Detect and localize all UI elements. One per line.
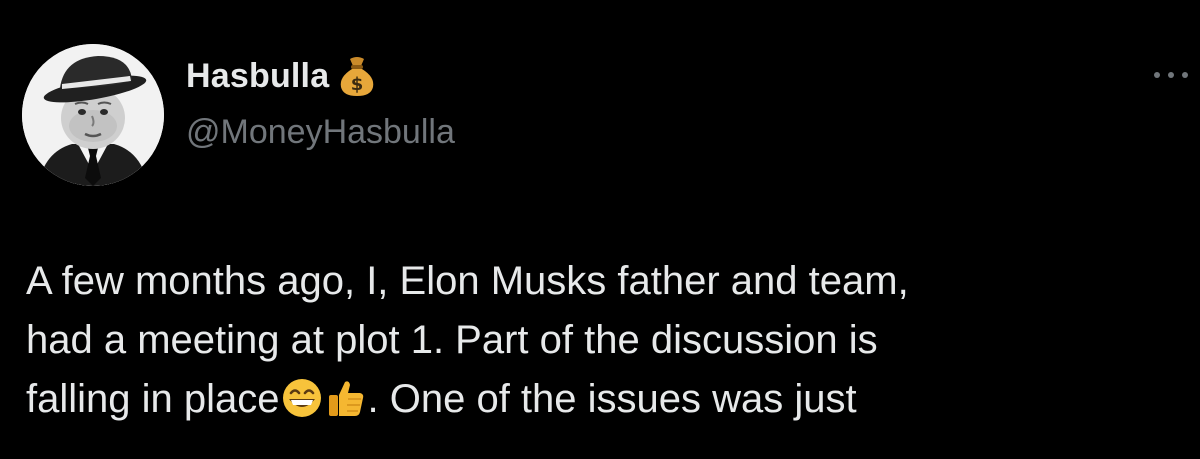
more-horizontal-icon [1168, 72, 1174, 78]
more-horizontal-icon [1154, 72, 1160, 78]
money-bag-icon: $ [337, 55, 377, 97]
thumbs-up-icon [325, 377, 367, 419]
tweet-text-line-1: A few months ago, I, Elon Musks father a… [26, 259, 909, 303]
tweet-text-line-2: had a meeting at plot 1. Part of the dis… [26, 318, 878, 362]
more-horizontal-icon [1182, 72, 1188, 78]
avatar[interactable] [22, 44, 164, 186]
tweet-text: A few months ago, I, Elon Musks father a… [26, 252, 1186, 429]
tweet-text-line-3: falling in place . One of the issues was… [26, 370, 1186, 429]
svg-text:$: $ [351, 74, 364, 95]
user-handle[interactable]: @MoneyHasbulla [186, 113, 455, 152]
avatar-image [22, 44, 164, 186]
grinning-face-icon [281, 377, 323, 419]
tweet-text-segment: falling in place [26, 377, 280, 421]
tweet-card: Hasbulla $ @MoneyHasbulla A few months a… [0, 0, 1200, 459]
more-options-button[interactable] [1154, 64, 1188, 86]
author-name-row[interactable]: Hasbulla $ [186, 54, 377, 98]
tweet-text-segment: . One of the issues was just [367, 377, 857, 421]
display-name[interactable]: Hasbulla [186, 57, 329, 96]
